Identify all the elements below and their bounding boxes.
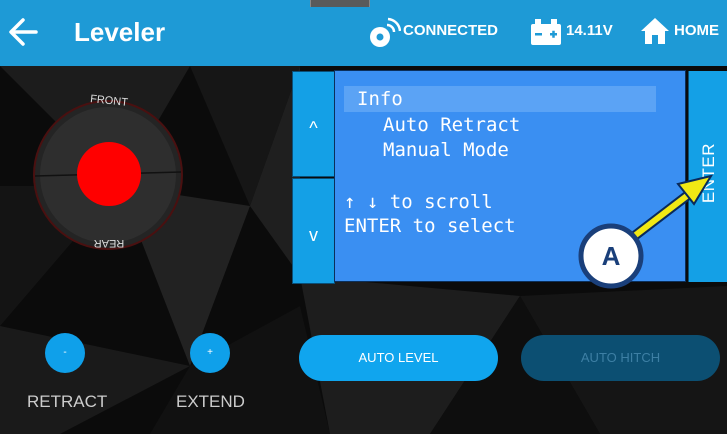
extend-label: EXTEND: [176, 392, 245, 411]
back-button[interactable]: [6, 16, 42, 48]
callout-letter: A: [602, 241, 621, 271]
auto-level-button[interactable]: AUTO LEVEL: [299, 335, 498, 381]
back-arrow-icon: [9, 18, 38, 46]
battery-icon: [531, 19, 561, 45]
rear-label: REAR: [93, 237, 125, 249]
down-caret-icon: v: [309, 225, 318, 245]
menu-item-manual-mode: Manual Mode: [383, 139, 509, 161]
retract-label: RETRACT: [27, 392, 108, 411]
extend-button[interactable]: +: [190, 333, 230, 373]
page-title: Leveler: [74, 17, 166, 47]
leveler-screen: Leveler CONNECTED 14.11V HOME FRONT REAR…: [0, 0, 727, 434]
home-label: HOME: [674, 22, 719, 39]
battery-voltage: 14.11V: [566, 22, 613, 39]
level-indicator-ball: [77, 142, 141, 206]
up-caret-icon: ^: [309, 118, 318, 138]
scroll-down-button[interactable]: v: [292, 178, 335, 284]
connected-wrench-icon: [370, 17, 401, 47]
scroll-hint: ↑ ↓ to scroll: [344, 191, 493, 213]
header-bar: Leveler CONNECTED 14.11V HOME: [0, 0, 727, 66]
select-hint: ENTER to select: [344, 215, 516, 237]
scroll-up-button[interactable]: ^: [292, 71, 335, 177]
home-button[interactable]: HOME: [640, 16, 725, 48]
connection-status: CONNECTED: [403, 22, 499, 39]
menu-item-auto-retract: Auto Retract: [383, 114, 521, 136]
callout-annotation: A: [578, 174, 714, 289]
menu-item-info: Info: [357, 88, 403, 110]
auto-hitch-button[interactable]: AUTO HITCH: [521, 335, 720, 381]
window-tab: [310, 0, 370, 7]
home-icon: [641, 18, 669, 44]
retract-button[interactable]: -: [45, 333, 85, 373]
